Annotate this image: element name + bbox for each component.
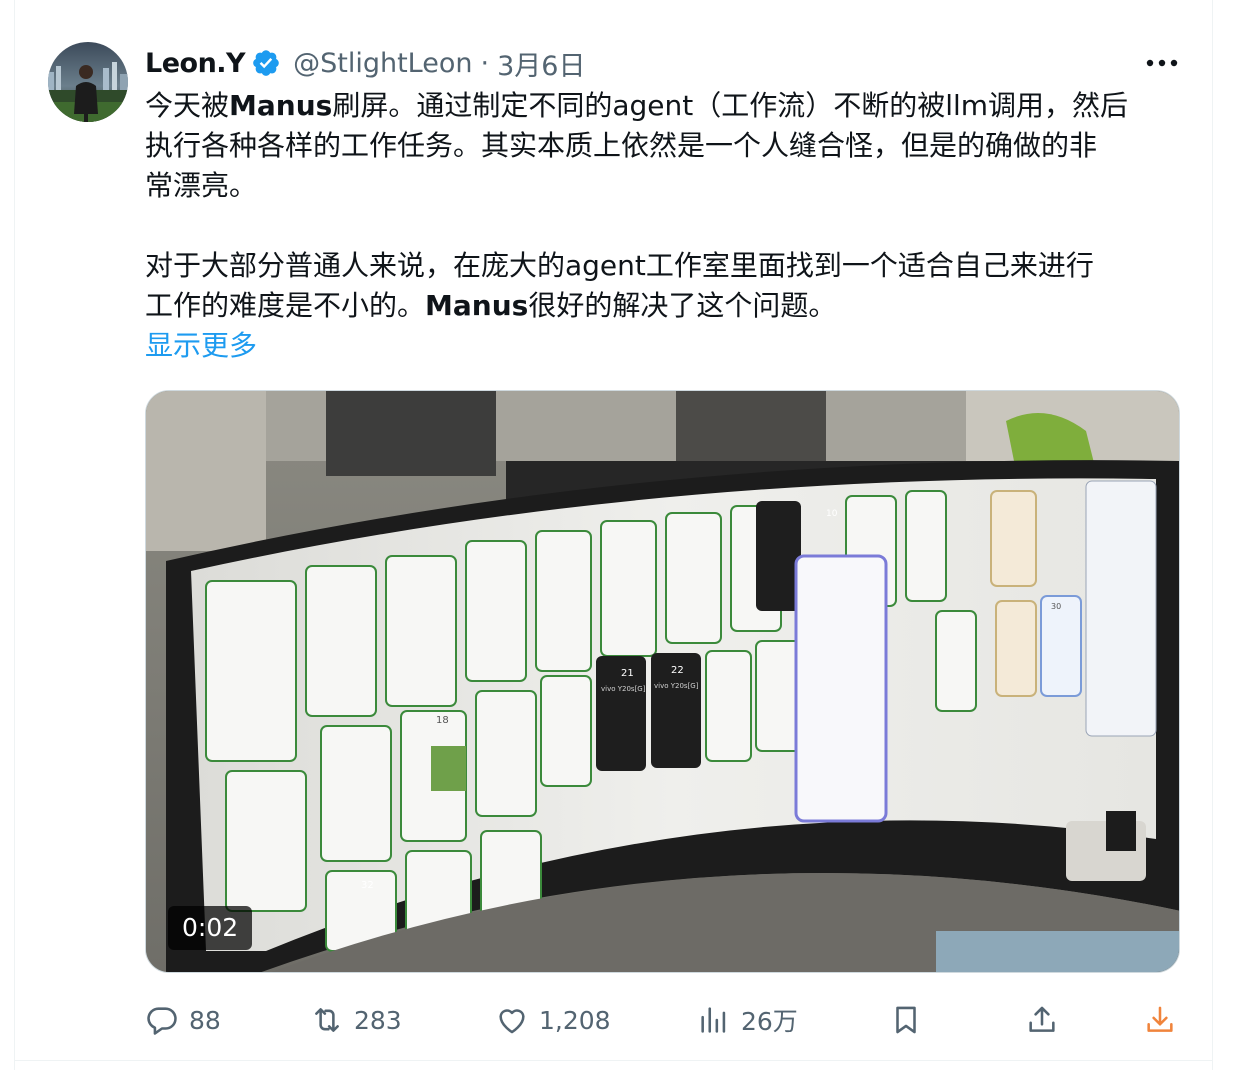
reply-button[interactable]: 88: [145, 998, 221, 1042]
views-icon: [701, 1007, 726, 1033]
frame-border-right: [1212, 0, 1213, 1070]
tweet-text: 今天被Manus刷屏。通过制定不同的agent（工作流）不断的被llm调用，然后…: [145, 86, 1185, 326]
video-thumbnail: 21 22 vivo Y20s[G] vivo Y20s[G] 18 32 30…: [146, 391, 1179, 972]
video-timestamp: 0:02: [168, 906, 253, 950]
share-icon: [1029, 1006, 1055, 1032]
tweet-header: Leon.Y @StlightLeon · 3月6日: [145, 44, 585, 82]
reply-icon: [147, 1007, 177, 1035]
views-count: 26万: [741, 1007, 798, 1036]
verified-badge-icon: [251, 48, 281, 78]
like-icon: [499, 1009, 525, 1034]
monitor-label-10: 10: [826, 509, 838, 519]
bookmark-icon: [896, 1006, 916, 1034]
views-button[interactable]: 26万: [697, 998, 798, 1042]
frame-border-left: [14, 0, 15, 1070]
monitor-label-18: 18: [436, 715, 449, 726]
repost-button[interactable]: 283: [310, 998, 402, 1042]
share-button[interactable]: [1025, 998, 1059, 1042]
tweet-line-4: 对于大部分普通人来说，在庞大的agent工作室里面找到一个适合自己来进行: [145, 249, 1094, 282]
monitor-label-32: 32: [361, 880, 374, 891]
separator-dot: ·: [480, 47, 490, 79]
monitor-label-21: 21: [621, 668, 634, 679]
repost-icon: [315, 1008, 339, 1032]
tweet-line-2: 执行各种各样的工作任务。其实本质上依然是一个人缝合怪，但是的确做的非: [145, 129, 1098, 162]
more-icon: [1146, 59, 1178, 67]
tweet-blank-line: [145, 206, 1185, 246]
reply-count: 88: [189, 1005, 221, 1035]
frame-border-bottom: [14, 1060, 1213, 1061]
author-name[interactable]: Leon.Y: [145, 48, 246, 79]
tweet-line-3: 常漂亮。: [145, 169, 258, 202]
download-button[interactable]: [1143, 998, 1177, 1042]
author-avatar[interactable]: [48, 42, 128, 122]
repost-count: 283: [354, 1005, 402, 1035]
more-options-button[interactable]: [1142, 48, 1182, 78]
monitor-label-22: 22: [671, 665, 684, 676]
download-icon: [1147, 1006, 1173, 1032]
like-count: 1,208: [539, 1005, 611, 1035]
tweet-line-5: 工作的难度是不小的。Manus很好的解决了这个问题。: [145, 289, 837, 322]
monitor-label-a: vivo Y20s[G]: [601, 685, 646, 693]
bookmark-button[interactable]: [889, 998, 923, 1042]
author-handle[interactable]: @StlightLeon: [293, 48, 472, 79]
monitor-label-30: 30: [1051, 602, 1061, 611]
tweet-video[interactable]: 21 22 vivo Y20s[G] vivo Y20s[G] 18 32 30…: [145, 390, 1180, 973]
monitor-label-b: vivo Y20s[G]: [654, 682, 699, 690]
like-button[interactable]: 1,208: [495, 998, 611, 1042]
show-more-link[interactable]: 显示更多: [145, 326, 257, 366]
tweet-line-1: 今天被Manus刷屏。通过制定不同的agent（工作流）不断的被llm调用，然后: [145, 89, 1129, 122]
tweet-timestamp[interactable]: 3月6日: [497, 44, 585, 83]
action-bar: 88 283 1,208 26万: [145, 998, 1185, 1042]
